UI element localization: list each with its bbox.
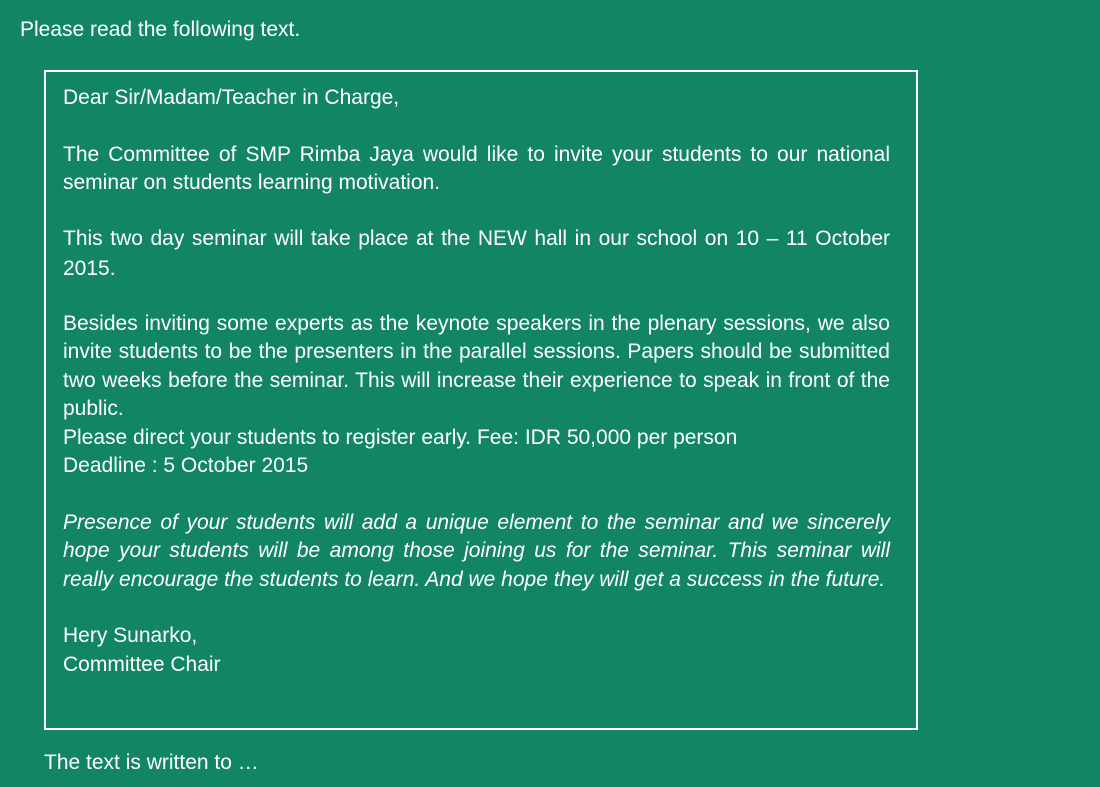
letter-paragraph-presenters: Besides inviting some experts as the key… xyxy=(63,311,890,421)
letter-signature-title: Committee Chair xyxy=(63,652,221,676)
letter-signature-name: Hery Sunarko, xyxy=(63,624,198,647)
instruction-text: Please read the following text. xyxy=(20,18,301,41)
letter-closing-paragraph: Presence of your students will add a uni… xyxy=(63,510,890,591)
reading-page: { "instruction": "Please read the follow… xyxy=(0,0,1100,787)
letter-paragraph-schedule: This two day seminar will take place at … xyxy=(63,226,890,280)
letter-deadline-line: Deadline : 5 October 2015 xyxy=(63,454,309,477)
letter-paragraph-invitation: The Committee of SMP Rimba Jaya would li… xyxy=(63,142,890,195)
letter-box: Dear Sir/Madam/Teacher in Charge, The Co… xyxy=(44,70,918,730)
letter-salutation: Dear Sir/Madam/Teacher in Charge, xyxy=(63,86,400,109)
letter-register-line: Please direct your students to register … xyxy=(63,425,738,449)
question-text: The text is written to … xyxy=(44,751,259,774)
